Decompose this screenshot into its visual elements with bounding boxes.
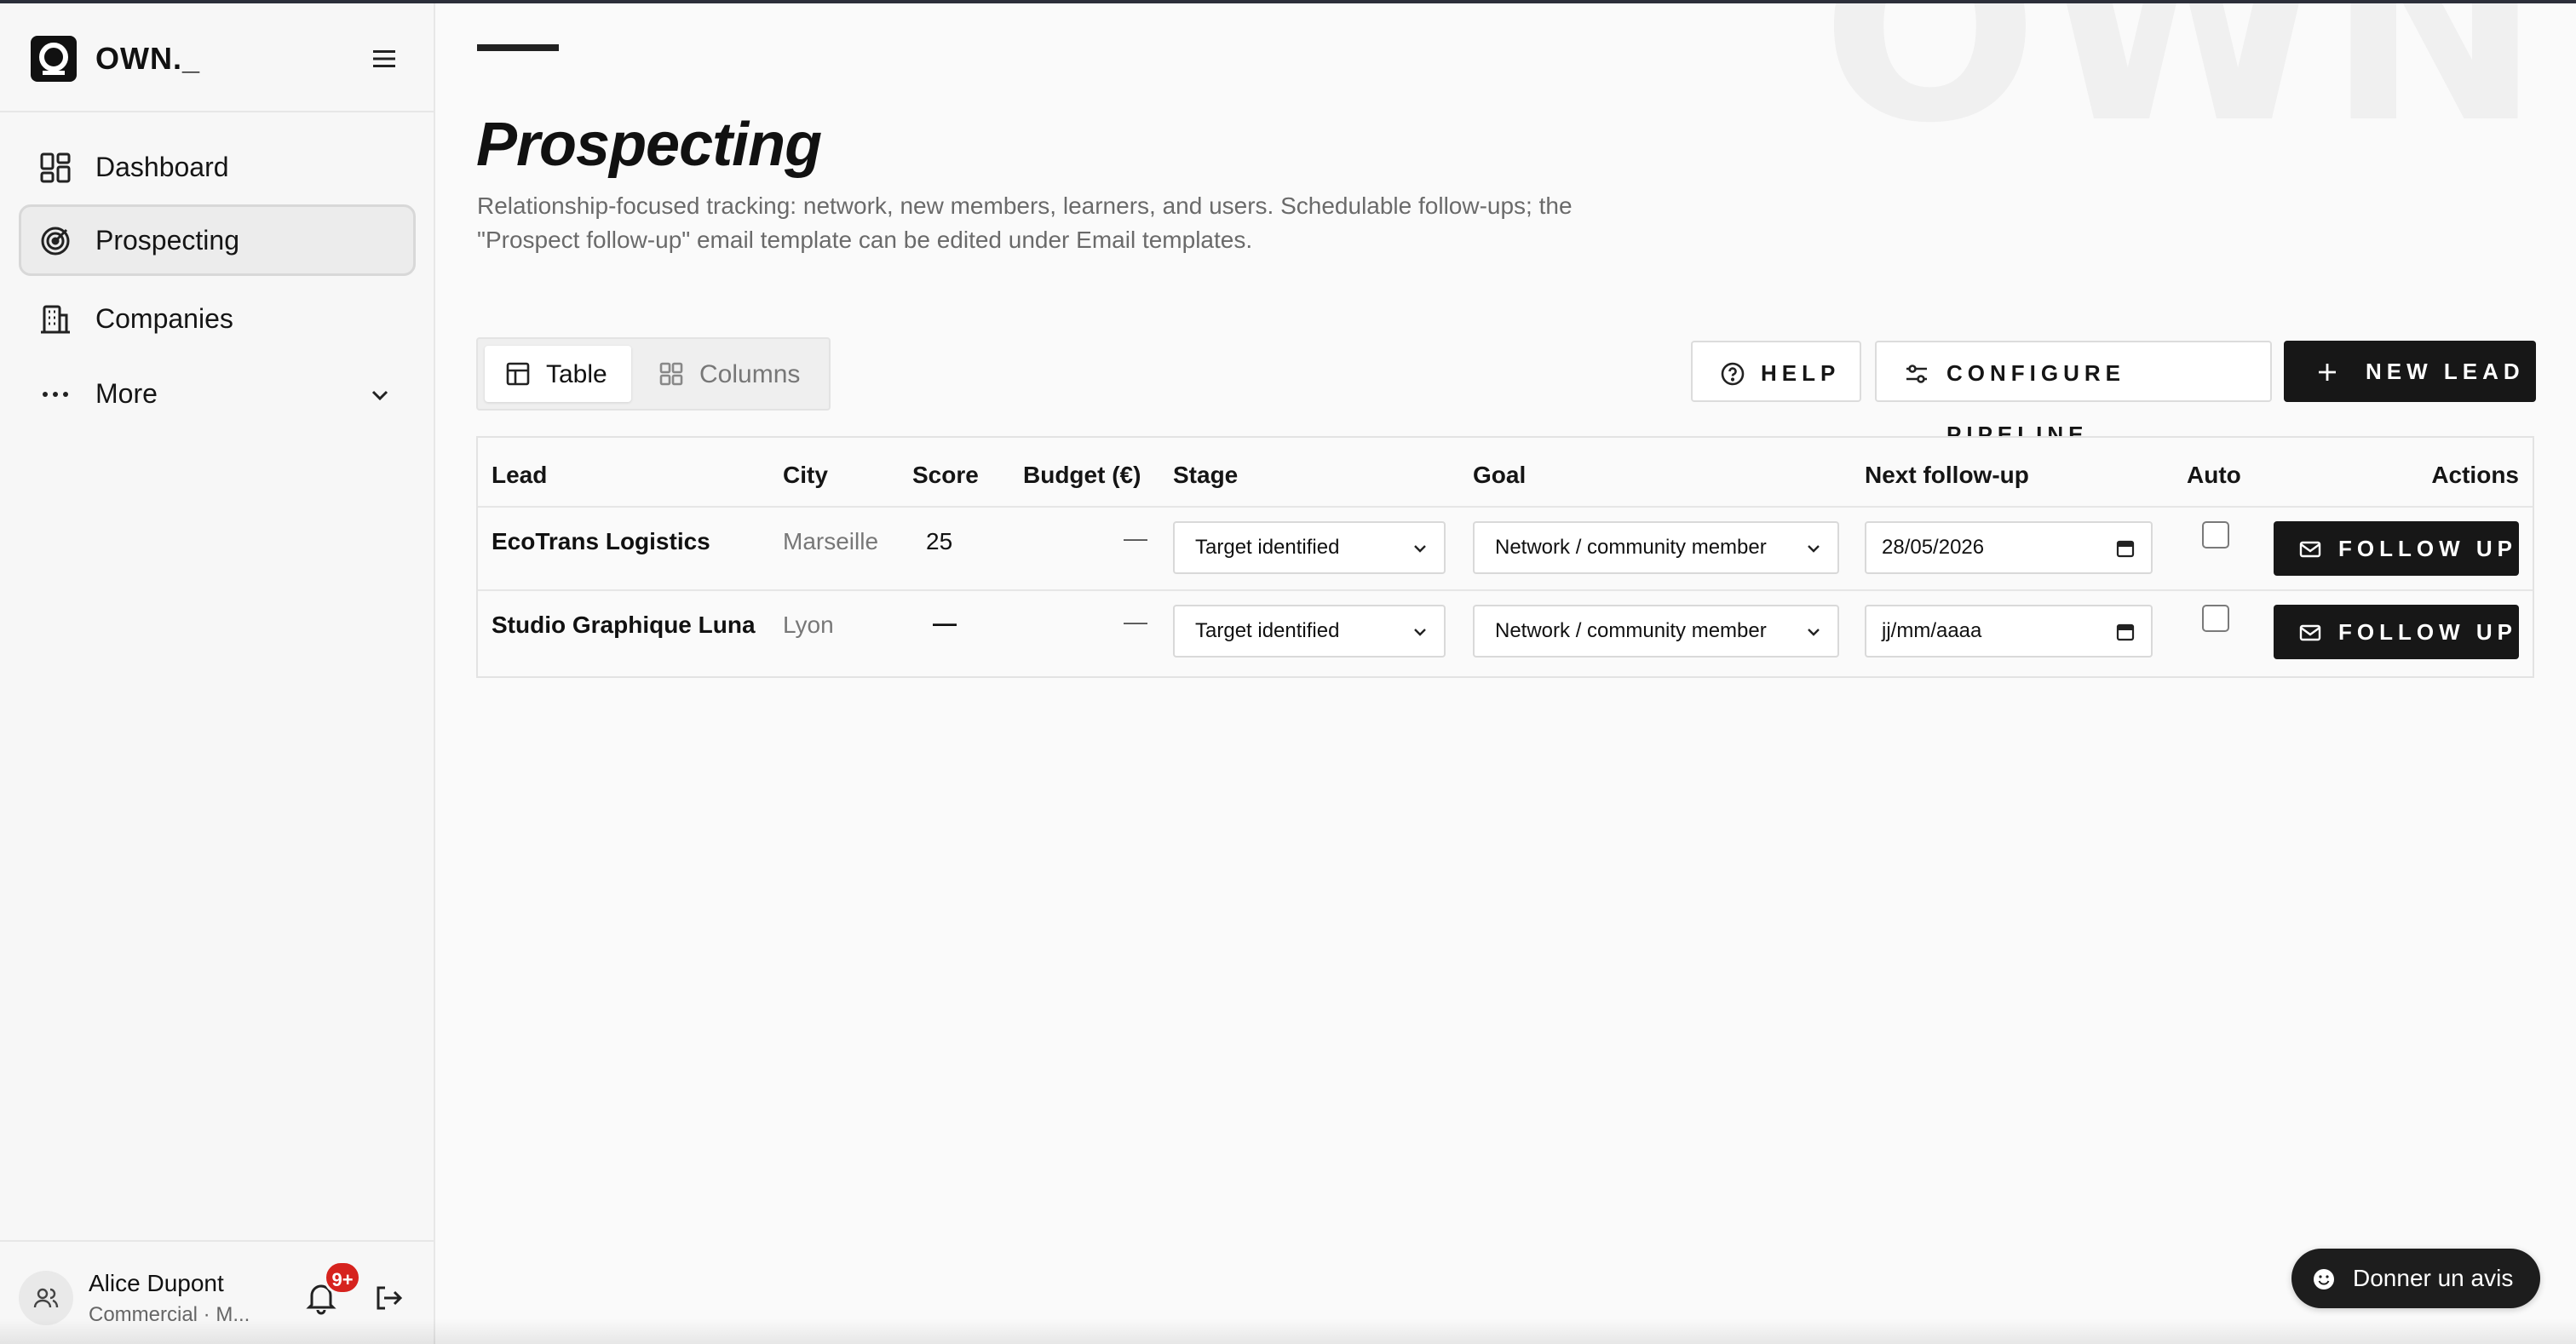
stage-select-value: Target identified (1195, 619, 1340, 642)
view-columns-label: Columns (699, 360, 801, 388)
main-content: OWN Prospecting Relationship-focused tra… (437, 3, 2576, 1344)
more-dots-icon (43, 392, 68, 397)
lead-name[interactable]: Studio Graphique Luna (492, 608, 756, 642)
column-header-lead[interactable]: Lead (492, 458, 547, 492)
feedback-label: Donner un avis (2353, 1265, 2514, 1291)
page-title: Prospecting (476, 111, 822, 179)
notification-badge: 9+ (324, 1261, 361, 1295)
chevron-down-icon (1808, 545, 1820, 553)
calendar-icon[interactable] (2115, 622, 2136, 642)
columns-grid-icon (659, 362, 683, 386)
follow-up-label: FOLLOW UP (2338, 619, 2517, 645)
brand-name: OWN._ (95, 41, 201, 76)
stage-select[interactable]: Target identified (1173, 521, 1446, 574)
goal-select[interactable]: Network / community member (1473, 605, 1839, 658)
mail-icon (2299, 624, 2321, 641)
auto-follow-up-checkbox[interactable] (2202, 605, 2229, 632)
window-bottom-shadow (0, 1318, 2576, 1344)
brand-header: OWN._ (0, 3, 434, 112)
page-description: Relationship-focused tracking: network, … (477, 192, 1573, 253)
column-header-budget[interactable]: Budget (€) (1023, 458, 1141, 492)
column-header-city[interactable]: City (783, 458, 828, 492)
date-placeholder: jj/mm/aaaa (1882, 619, 1982, 642)
stage-select-value: Target identified (1195, 536, 1340, 559)
follow-up-button[interactable]: FOLLOW UP (2274, 605, 2519, 659)
leads-table: Lead City Score Budget (€) Stage Goal Ne… (476, 436, 2534, 678)
follow-up-button[interactable]: FOLLOW UP (2274, 521, 2519, 576)
users-icon (33, 1288, 59, 1308)
lead-budget: — (1124, 525, 1147, 551)
next-follow-up-date-input[interactable]: jj/mm/aaaa (1865, 605, 2153, 658)
table-icon (506, 362, 530, 386)
lead-name[interactable]: EcoTrans Logistics (492, 525, 710, 559)
radar-target-icon (41, 227, 70, 256)
column-header-next-follow-up[interactable]: Next follow-up (1865, 458, 2029, 492)
configure-pipeline-button[interactable]: CONFIGURE PIPELINE (1875, 341, 2272, 447)
column-header-auto[interactable]: Auto (2187, 458, 2241, 492)
plus-icon (2319, 364, 2336, 381)
lead-score: — (933, 610, 957, 636)
dashboard-grid-icon (40, 152, 71, 183)
building-icon (41, 305, 70, 334)
column-header-score[interactable]: Score (912, 458, 979, 492)
date-value: 28/05/2026 (1882, 536, 1985, 559)
sidebar-item-prospecting[interactable]: Prospecting (19, 204, 416, 276)
page-watermark: OWN (1821, 3, 2545, 179)
hamburger-menu-icon[interactable] (370, 44, 399, 73)
lead-city: Marseille (783, 528, 879, 554)
goal-select-value: Network / community member (1495, 536, 1767, 559)
sidebar-item-dashboard[interactable]: Dashboard (19, 131, 416, 203)
sidebar-item-label: Dashboard (95, 152, 229, 182)
chevron-down-icon (1808, 629, 1820, 636)
sidebar: OWN._ Dashboard Prospecting Companies Mo… (0, 3, 435, 1344)
chevron-down-icon (371, 390, 388, 401)
lead-city: Lyon (783, 612, 834, 638)
chevron-down-icon (1414, 545, 1426, 553)
new-lead-button[interactable]: NEW LEAD (2284, 341, 2536, 402)
chevron-down-icon (1414, 629, 1426, 636)
own-logo-icon (31, 36, 77, 82)
auto-follow-up-checkbox[interactable] (2202, 521, 2229, 549)
mail-icon (2299, 541, 2321, 558)
logout-icon[interactable] (373, 1283, 404, 1313)
sliders-icon (1906, 365, 1927, 383)
feedback-button[interactable]: Donner un avis (2291, 1249, 2540, 1308)
next-follow-up-date-input[interactable]: 28/05/2026 (1865, 521, 2153, 574)
goal-select[interactable]: Network / community member (1473, 521, 1839, 574)
view-switcher: Table Columns (476, 337, 831, 411)
view-table-label: Table (546, 360, 607, 388)
avatar[interactable] (19, 1271, 73, 1325)
user-name: Alice Dupont (89, 1270, 224, 1296)
follow-up-label: FOLLOW UP (2338, 536, 2517, 561)
table-row[interactable]: EcoTrans Logistics Marseille 25 — Target… (478, 506, 2533, 589)
help-button[interactable]: HELP (1691, 341, 1861, 402)
calendar-icon[interactable] (2115, 538, 2136, 559)
table-row[interactable]: Studio Graphique Luna Lyon — — Target id… (478, 589, 2533, 673)
help-circle-icon (1721, 362, 1745, 386)
view-table-button[interactable]: Table (485, 346, 631, 402)
sidebar-item-label: Prospecting (95, 225, 239, 256)
sidebar-item-companies[interactable]: Companies (19, 283, 416, 354)
sidebar-item-label: Companies (95, 303, 233, 334)
column-header-stage[interactable]: Stage (1173, 458, 1238, 492)
sidebar-item-more[interactable]: More (19, 358, 416, 429)
sidebar-item-label: More (95, 378, 158, 409)
help-label: HELP (1761, 360, 1841, 386)
smiley-icon (2314, 1269, 2334, 1289)
lead-score: 25 (926, 528, 953, 554)
new-lead-label: NEW LEAD (2366, 359, 2525, 384)
stage-select[interactable]: Target identified (1173, 605, 1446, 658)
title-accent-bar (477, 44, 559, 51)
column-header-goal[interactable]: Goal (1473, 458, 1526, 492)
view-columns-button[interactable]: Columns (638, 346, 824, 402)
goal-select-value: Network / community member (1495, 619, 1767, 642)
lead-budget: — (1124, 608, 1147, 635)
column-header-actions: Actions (2431, 462, 2519, 488)
